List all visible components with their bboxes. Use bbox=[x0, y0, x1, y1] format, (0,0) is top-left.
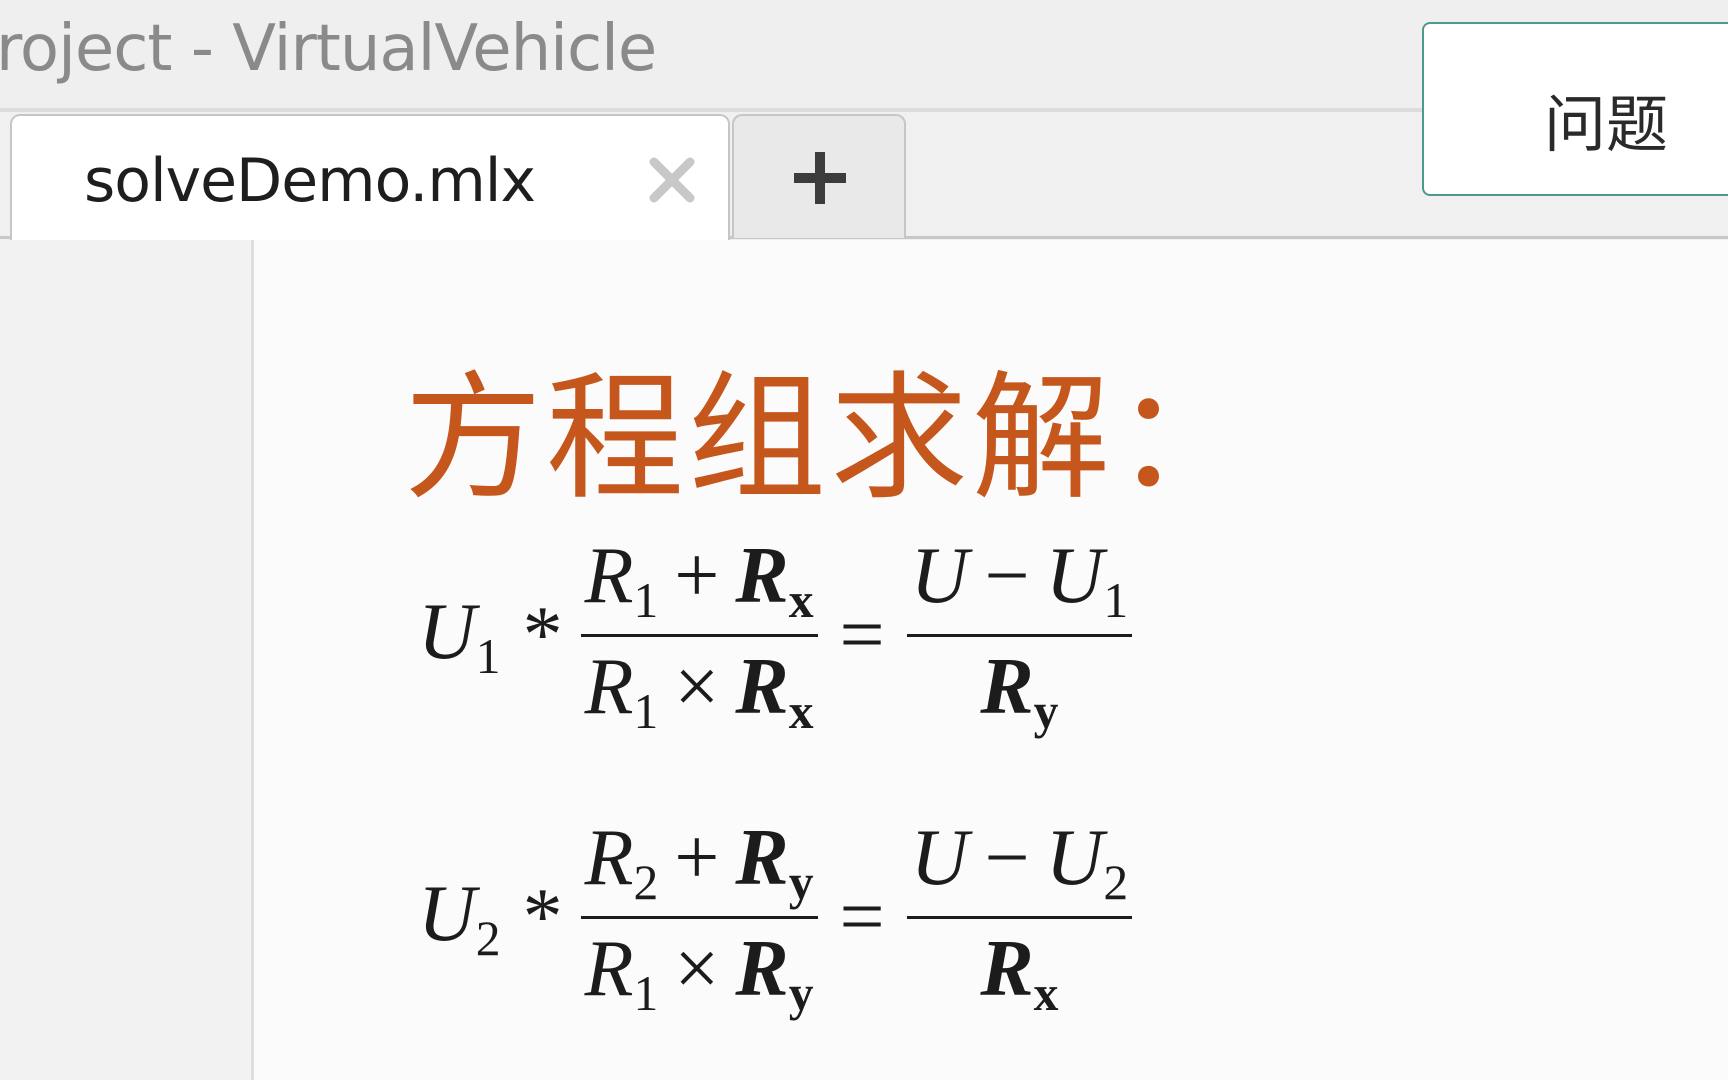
fraction-denominator: R1 × Ry bbox=[584, 925, 814, 1022]
section-heading: 方程组求解： bbox=[404, 358, 1257, 519]
fraction-bar bbox=[906, 916, 1133, 920]
fraction-right: U − U2 Rx bbox=[906, 814, 1133, 1022]
tab-solvedemo[interactable]: solveDemo.mlx bbox=[10, 114, 730, 244]
close-icon[interactable] bbox=[642, 150, 702, 210]
equation-2: U2 * R2 + Ry R1 × Ry = U − U2 Rx bbox=[418, 814, 1133, 1022]
multiply-operator: * bbox=[522, 591, 563, 680]
fraction-left: R2 + Ry R1 × Ry bbox=[580, 814, 818, 1022]
fraction-denominator: Rx bbox=[980, 925, 1059, 1022]
fraction-right: U − U1 Ry bbox=[906, 532, 1133, 740]
live-editor-canvas[interactable]: 方程组求解： U1 * R1 + Rx R1 × Rx = U − U1 Ry U2 * R… bbox=[254, 240, 1728, 1080]
editor-gutter bbox=[0, 240, 254, 1080]
plus-icon bbox=[794, 152, 846, 204]
new-tab-button[interactable] bbox=[732, 114, 906, 238]
fraction-bar bbox=[580, 634, 818, 638]
window-title: roject - VirtualVehicle bbox=[0, 12, 657, 86]
fraction-denominator: Ry bbox=[980, 643, 1059, 740]
fraction-denominator: R1 × Rx bbox=[584, 643, 814, 740]
equation-lhs: U2 bbox=[418, 869, 501, 966]
issues-button-label: 问题 bbox=[1544, 88, 1669, 161]
fraction-bar bbox=[906, 634, 1133, 638]
fraction-left: R1 + Rx R1 × Rx bbox=[580, 532, 818, 740]
fraction-numerator: U − U1 bbox=[910, 532, 1129, 628]
tab-label: solveDemo.mlx bbox=[84, 146, 536, 216]
multiply-operator: * bbox=[522, 873, 563, 962]
fraction-numerator: R2 + Ry bbox=[584, 814, 814, 910]
fraction-numerator: R1 + Rx bbox=[584, 532, 814, 628]
fraction-bar bbox=[580, 916, 818, 920]
equals-sign: = bbox=[839, 873, 885, 962]
equation-1: U1 * R1 + Rx R1 × Rx = U − U1 Ry bbox=[418, 532, 1133, 740]
fraction-numerator: U − U2 bbox=[910, 814, 1129, 910]
equation-lhs: U1 bbox=[418, 587, 501, 684]
issues-button[interactable]: 问题 bbox=[1422, 22, 1728, 196]
equals-sign: = bbox=[839, 591, 885, 680]
